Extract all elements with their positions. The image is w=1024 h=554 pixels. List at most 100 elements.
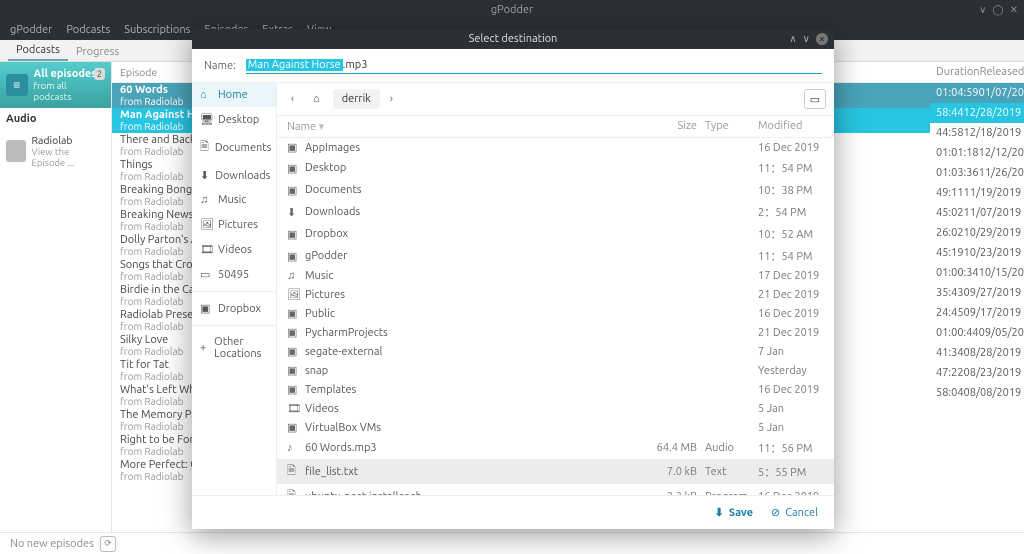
file-row[interactable]: ▣Desktop11：54 PM	[277, 157, 834, 179]
meta-row: 49:1111/19/2019	[930, 183, 1024, 203]
file-row[interactable]: ▣PycharmProjects21 Dec 2019	[277, 323, 834, 342]
meta-row: 01:01:1812/12/2019	[930, 143, 1024, 163]
places-item[interactable]: +Other Locations	[192, 330, 276, 366]
file-icon: ▣	[287, 228, 299, 241]
file-row[interactable]: ♫Music17 Dec 2019	[277, 267, 834, 285]
file-icon: 🗎	[287, 462, 299, 481]
new-folder-button[interactable]: ▭	[804, 89, 826, 109]
file-list: Name ▾ Size Type Modified ▣AppImages16 D…	[277, 116, 834, 495]
all-episodes-row[interactable]: ≡ All episodes from all podcasts 2	[0, 62, 111, 108]
maximize-icon[interactable]: ◯	[992, 4, 1003, 16]
nav-fwd-icon[interactable]: ›	[384, 91, 399, 107]
crumb-current[interactable]: derrik	[333, 89, 380, 109]
places-item[interactable]: ▭50495	[192, 262, 276, 287]
meta-row: 45:1910/23/2019	[930, 243, 1024, 263]
col-released[interactable]: Released	[980, 66, 1024, 78]
podcast-sub: View the Episode ...	[32, 146, 106, 168]
minimize-icon[interactable]: ∨	[979, 4, 986, 16]
places-item[interactable]: 🖼Pictures	[192, 212, 276, 237]
file-row[interactable]: ▣AppImages16 Dec 2019	[277, 138, 834, 157]
dialog-down-icon[interactable]: ∨	[803, 33, 810, 45]
places-sidebar: ⌂Home🖥Desktop🗎Documents⬇Downloads♫Music🖼…	[192, 83, 277, 495]
filename-row: Name: Man Against Horse.mp3	[192, 49, 834, 82]
nav-back-icon[interactable]: ‹	[285, 91, 300, 107]
file-row[interactable]: ▣segate-external7 Jan	[277, 342, 834, 361]
meta-row: 01:00:4409/05/2019	[930, 323, 1024, 343]
places-item[interactable]: 🖥Desktop	[192, 107, 276, 132]
dialog-title: Select destination	[469, 33, 558, 45]
save-button[interactable]: ⬇Save	[715, 506, 754, 519]
sidebar: ≡ All episodes from all podcasts 2 Audio…	[0, 62, 112, 532]
places-item[interactable]: ♫Music	[192, 188, 276, 212]
file-icon: 🗎	[287, 487, 299, 495]
file-row[interactable]: ▣Public16 Dec 2019	[277, 304, 834, 323]
file-icon: ▣	[287, 364, 299, 377]
file-row[interactable]: ▣snapYesterday	[277, 361, 834, 380]
file-row[interactable]: 🖼Pictures21 Dec 2019	[277, 285, 834, 304]
place-icon: 🎞	[200, 243, 212, 256]
all-episodes-badge: 2	[94, 68, 105, 80]
window-titlebar: gPodder ∨ ◯ ✕	[0, 0, 1024, 20]
meta-row: 44:5812/18/2019	[930, 123, 1024, 143]
places-item[interactable]: 🎞Videos	[192, 237, 276, 262]
filename-input[interactable]: Man Against Horse.mp3	[246, 57, 822, 74]
file-row[interactable]: ▣VirtualBox VMs5 Jan	[277, 418, 834, 437]
col-type[interactable]: Type	[697, 120, 752, 133]
meta-row: 01:00:3410/15/2019	[930, 263, 1024, 283]
dialog-up-icon[interactable]: ∧	[789, 33, 796, 45]
meta-row: 45:0211/07/2019	[930, 203, 1024, 223]
col-duration[interactable]: Duration	[936, 66, 980, 78]
meta-row: 01:03:3611/26/2019	[930, 163, 1024, 183]
window-title: gPodder	[491, 4, 533, 16]
places-item[interactable]: ▣Dropbox	[192, 296, 276, 321]
cancel-button[interactable]: ⊘Cancel	[771, 506, 818, 519]
podcast-thumb	[6, 140, 26, 162]
file-row[interactable]: ▣Documents10：38 PM	[277, 179, 834, 201]
file-icon: ▣	[287, 184, 299, 197]
place-icon: 🖥	[200, 113, 212, 126]
save-dialog: Select destination ∧ ∨ ✕ Name: Man Again…	[192, 29, 834, 529]
file-icon: ⬇	[287, 206, 299, 219]
podcast-item[interactable]: Radiolab View the Episode ...	[0, 130, 111, 172]
file-icon: ♫	[287, 270, 299, 282]
col-size[interactable]: Size	[642, 120, 697, 133]
file-row[interactable]: 🎞Videos5 Jan	[277, 399, 834, 418]
file-icon: ♪	[287, 442, 299, 454]
place-icon: 🗎	[200, 138, 209, 157]
file-row[interactable]: ♪60 Words.mp364.4 MBAudio11：56 PM	[277, 437, 834, 459]
file-row[interactable]: 🗎file_list.txt7.0 kBText5：55 PM	[277, 459, 834, 484]
file-icon: ▣	[287, 326, 299, 339]
file-icon: ▣	[287, 421, 299, 434]
dialog-actions: ⬇Save ⊘Cancel	[192, 495, 834, 529]
sort-indicator-icon: ▾	[319, 121, 325, 133]
refresh-icon[interactable]: ⟳	[100, 536, 116, 552]
places-item[interactable]: 🗎Documents	[192, 132, 276, 163]
dialog-close-icon[interactable]: ✕	[816, 33, 828, 45]
file-row[interactable]: ⬇Downloads2：54 PM	[277, 201, 834, 223]
menu-podcasts[interactable]: Podcasts	[66, 24, 110, 36]
status-message: No new episodes	[10, 538, 94, 550]
crumb-home[interactable]: ⌂	[304, 89, 329, 109]
places-item[interactable]: ⌂Home	[192, 83, 276, 107]
file-icon: 🖼	[287, 288, 299, 301]
close-icon[interactable]: ✕	[1010, 4, 1018, 16]
meta-row: 47:2208/23/2019	[930, 363, 1024, 383]
file-row[interactable]: 🗎ubuntu-post-installer.sh3.3 kBProgram16…	[277, 484, 834, 495]
meta-row: 58:4412/28/2019	[930, 103, 1024, 123]
podcast-name: Radiolab	[32, 134, 106, 146]
cancel-icon: ⊘	[771, 506, 780, 519]
tab-podcasts[interactable]: Podcasts	[8, 41, 68, 61]
col-modified[interactable]: Modified	[752, 120, 824, 133]
file-browser: ‹ ⌂ derrik › ▭ Name ▾ Size Type Modified…	[277, 83, 834, 495]
statusbar: No new episodes ⟳	[0, 532, 1024, 554]
tab-progress[interactable]: Progress	[68, 43, 127, 61]
menu-gpodder[interactable]: gPodder	[10, 24, 52, 36]
filename-selected: Man Against Horse	[246, 59, 343, 71]
file-row[interactable]: ▣Templates16 Dec 2019	[277, 380, 834, 399]
file-row[interactable]: ▣gPodder11：54 PM	[277, 245, 834, 267]
places-item[interactable]: ⬇Downloads	[192, 163, 276, 188]
meta-row: 41:3408/28/2019	[930, 343, 1024, 363]
menu-subscriptions[interactable]: Subscriptions	[124, 24, 190, 36]
col-name[interactable]: Name ▾	[287, 120, 642, 133]
file-row[interactable]: ▣Dropbox10：52 AM	[277, 223, 834, 245]
